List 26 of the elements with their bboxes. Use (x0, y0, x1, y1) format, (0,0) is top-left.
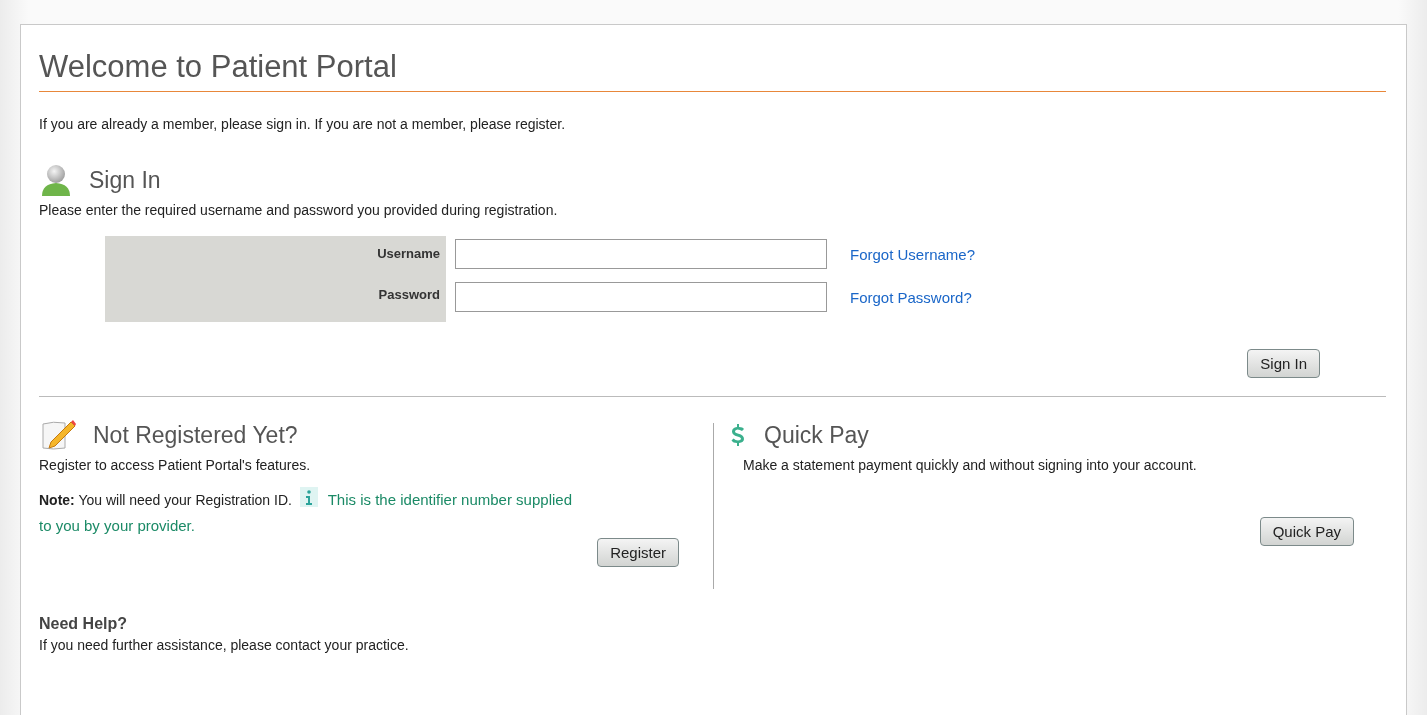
section-heading: Quick Pay (764, 421, 869, 449)
sign-in-button[interactable]: Sign In (1247, 349, 1320, 378)
hint-text: This is the identifier number supplied (327, 491, 572, 508)
register-description: Register to access Patient Portal's features. (39, 457, 312, 473)
field-label: Username (377, 246, 440, 261)
register-button[interactable]: Register (597, 538, 679, 567)
forgot-link[interactable]: Forgot Username? (850, 245, 976, 263)
sign-in-description: Please enter the required username and password you provided during registration. (39, 202, 559, 218)
note-text: Note: You will need your Registration ID. (39, 492, 292, 508)
field-label: Password (378, 287, 440, 302)
quick-pay-button[interactable]: Quick Pay (1259, 517, 1354, 546)
help-heading: Need Help? (39, 615, 128, 633)
page-title: Welcome to Patient Portal (39, 48, 398, 86)
note-pencil-icon (39, 418, 77, 452)
input-field[interactable] (455, 282, 827, 312)
input-field[interactable] (455, 239, 827, 269)
hint-text: to you by your provider. (39, 517, 195, 534)
section-heading: Not Registered Yet? (93, 421, 298, 449)
forgot-link[interactable]: Forgot Password? (850, 288, 972, 306)
quick-pay-description: Make a statement payment quickly and without signing into your account. (743, 457, 1198, 473)
info-icon (299, 487, 318, 507)
intro-text: If you are already a member, please sign in. If you are not a member, please register. (39, 116, 567, 132)
section-heading: Sign In (89, 166, 161, 194)
dollar-icon (730, 423, 746, 447)
user-icon (39, 162, 73, 198)
help-text: If you need further assistance, please contact your practice. (39, 637, 410, 653)
